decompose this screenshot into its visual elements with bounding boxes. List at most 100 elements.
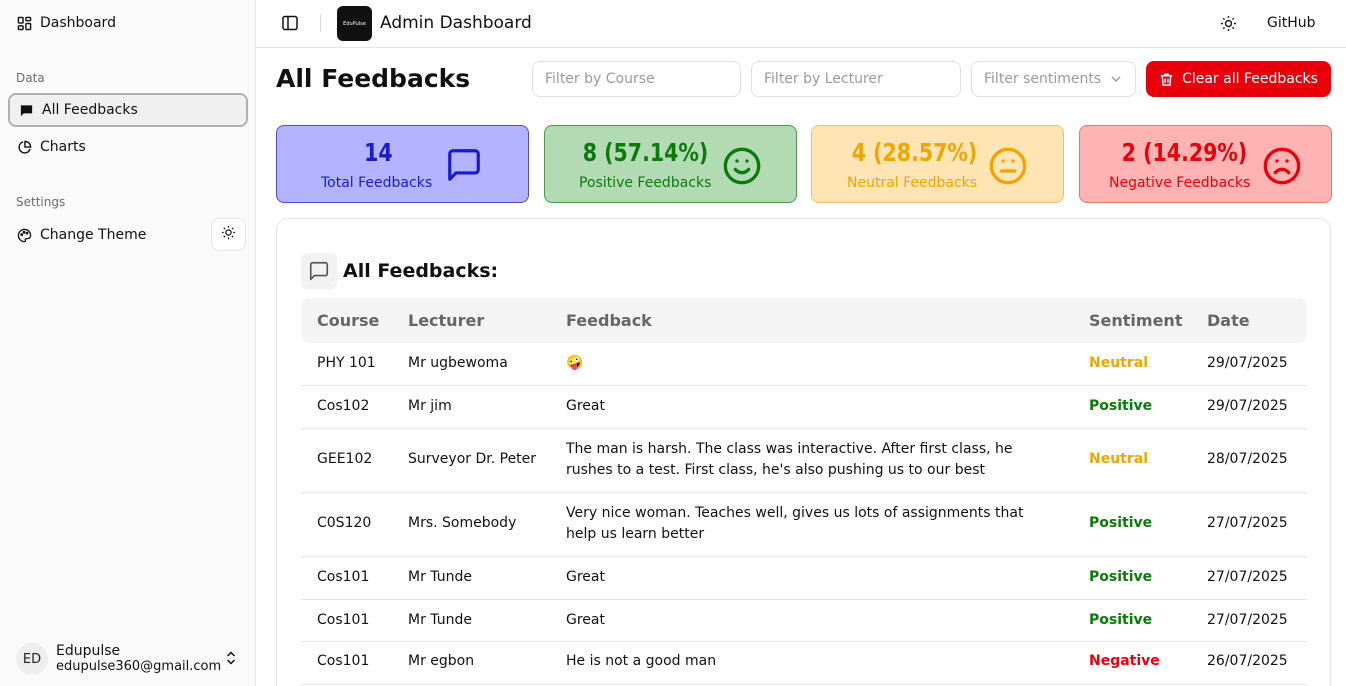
header-divider (320, 14, 321, 32)
stat-card-negative: 2 (14.29%) Negative Feedbacks (1079, 125, 1332, 203)
cell-course: Cos101 (317, 569, 370, 585)
column-header-date[interactable]: Date (1207, 311, 1250, 330)
column-header-lecturer[interactable]: Lecturer (408, 311, 484, 330)
dashboard-icon (16, 15, 32, 31)
column-header-sentiment[interactable]: Sentiment (1089, 311, 1182, 330)
column-header-course[interactable]: Course (317, 311, 379, 330)
stat-positive-label: Positive Feedbacks (579, 175, 712, 191)
meh-icon (988, 146, 1028, 190)
filter-lecturer-input[interactable]: Filter by Lecturer (751, 61, 961, 97)
table-row[interactable]: C0S120 Mrs. Somebody Very nice woman. Te… (301, 493, 1307, 557)
table-header: Course Lecturer Feedback Sentiment Date (301, 298, 1307, 343)
feedback-table-panel: All Feedbacks: Course Lecturer Feedback … (276, 218, 1331, 686)
cell-date: 27/07/2025 (1207, 515, 1288, 531)
message-square-icon (301, 253, 337, 289)
cell-course: Cos101 (317, 612, 370, 628)
stat-card-positive: 8 (57.14%) Positive Feedbacks (544, 125, 797, 203)
table-row[interactable]: PHY 101 Mr ugbewoma 🤪 Neutral 29/07/2025 (301, 343, 1307, 386)
table-row[interactable]: Cos102 Mr jim Great Positive 29/07/2025 (301, 386, 1307, 429)
sidebar-item-change-theme[interactable]: Change Theme (8, 218, 203, 252)
table-row[interactable]: Cos101 Mr Tunde Great Positive 27/07/202… (301, 600, 1307, 642)
user-menu[interactable]: ED Edupulse edupulse360@gmail.com (16, 640, 246, 678)
page-title: All Feedbacks (276, 64, 471, 93)
clear-button-label: Clear all Feedbacks (1182, 71, 1318, 87)
cell-date: 27/07/2025 (1207, 612, 1288, 628)
cell-course: GEE102 (317, 451, 373, 467)
stat-card-neutral: 4 (28.57%) Neutral Feedbacks (811, 125, 1064, 203)
user-email: edupulse360@gmail.com (56, 659, 222, 674)
cell-lecturer: Mr jim (408, 398, 452, 414)
cell-course: Cos102 (317, 398, 370, 414)
cell-sentiment: Neutral (1089, 451, 1149, 467)
app-logo: EduPulse (337, 6, 372, 41)
trash-icon (1159, 72, 1174, 87)
chevrons-up-down-icon (224, 650, 238, 670)
cell-date: 29/07/2025 (1207, 355, 1288, 371)
filter-sentiment-select[interactable]: Filter sentiments (971, 61, 1136, 97)
cell-feedback: He is not a good man (566, 653, 717, 669)
cell-date: 27/07/2025 (1207, 569, 1288, 585)
smile-icon (722, 146, 762, 190)
filter-course-placeholder: Filter by Course (545, 71, 655, 87)
cell-sentiment: Positive (1089, 612, 1153, 628)
frown-icon (1262, 146, 1302, 190)
filter-course-input[interactable]: Filter by Course (532, 61, 741, 97)
cell-feedback: 🤪 (566, 355, 584, 371)
sidebar-item-dashboard[interactable]: Dashboard (8, 6, 248, 40)
filter-lecturer-placeholder: Filter by Lecturer (764, 71, 883, 87)
cell-lecturer: Mr ugbewoma (408, 355, 508, 371)
stat-card-total: 14 Total Feedbacks (276, 125, 529, 203)
message-square-icon (445, 146, 483, 188)
message-square-icon (18, 102, 34, 118)
cell-date: 28/07/2025 (1207, 451, 1288, 467)
sun-icon[interactable] (1220, 15, 1237, 36)
user-name: Edupulse (56, 643, 121, 659)
sidebar-group-data: Data (16, 71, 45, 85)
sidebar-item-label: Charts (40, 139, 86, 155)
table-title: All Feedbacks: (343, 260, 499, 282)
stat-total-value: 14 (364, 138, 393, 167)
cell-sentiment: Positive (1089, 515, 1153, 531)
clear-all-feedbacks-button[interactable]: Clear all Feedbacks (1146, 61, 1331, 97)
sidebar-item-all-feedbacks[interactable]: All Feedbacks (8, 93, 248, 127)
cell-feedback: Very nice woman. Teaches well, gives us … (566, 505, 1024, 542)
sidebar-item-label: Change Theme (40, 227, 147, 243)
sun-icon (221, 225, 236, 244)
theme-toggle-button[interactable] (211, 218, 246, 251)
top-header: EduPulse Admin Dashboard GitHub (256, 0, 1346, 48)
cell-feedback: Great (566, 612, 605, 628)
cell-course: Cos101 (317, 653, 370, 669)
app-title: Admin Dashboard (380, 13, 532, 33)
sidebar-item-charts[interactable]: Charts (8, 130, 248, 164)
chevron-down-icon (1109, 72, 1123, 90)
cell-lecturer: Mr Tunde (408, 569, 472, 585)
cell-lecturer: Surveyor Dr. Peter (408, 451, 537, 467)
cell-lecturer: Mr Tunde (408, 612, 472, 628)
cell-lecturer: Mrs. Somebody (408, 515, 517, 531)
avatar: ED (16, 643, 48, 675)
table-row[interactable]: Cos101 Mr Tunde Great Positive 27/07/202… (301, 557, 1307, 600)
column-header-feedback[interactable]: Feedback (566, 311, 652, 330)
sidebar-item-label: Dashboard (40, 15, 116, 31)
sidebar-group-settings: Settings (16, 195, 66, 209)
cell-course: C0S120 (317, 515, 372, 531)
palette-icon (16, 227, 32, 243)
cell-feedback: Great (566, 398, 605, 414)
cell-sentiment: Positive (1089, 398, 1153, 414)
stat-total-label: Total Feedbacks (321, 175, 433, 191)
stat-negative-label: Negative Feedbacks (1109, 175, 1251, 191)
github-link[interactable]: GitHub (1267, 15, 1316, 31)
cell-feedback: The man is harsh. The class was interact… (566, 441, 1013, 478)
sidebar: Dashboard Data All Feedbacks Charts Sett… (0, 0, 256, 686)
stat-negative-value: 2 (14.29%) (1121, 138, 1248, 167)
filter-sentiment-placeholder: Filter sentiments (984, 71, 1102, 87)
pie-chart-icon (16, 139, 32, 155)
table-row[interactable]: GEE102 Surveyor Dr. Peter The man is har… (301, 429, 1307, 493)
cell-date: 29/07/2025 (1207, 398, 1288, 414)
cell-course: PHY 101 (317, 355, 376, 371)
cell-feedback: Great (566, 569, 605, 585)
sidebar-toggle-icon[interactable] (281, 14, 299, 32)
stat-positive-value: 8 (57.14%) (582, 138, 709, 167)
table-row[interactable]: Cos101 Mr egbon He is not a good man Neg… (301, 642, 1307, 685)
stat-neutral-label: Neutral Feedbacks (847, 175, 978, 191)
